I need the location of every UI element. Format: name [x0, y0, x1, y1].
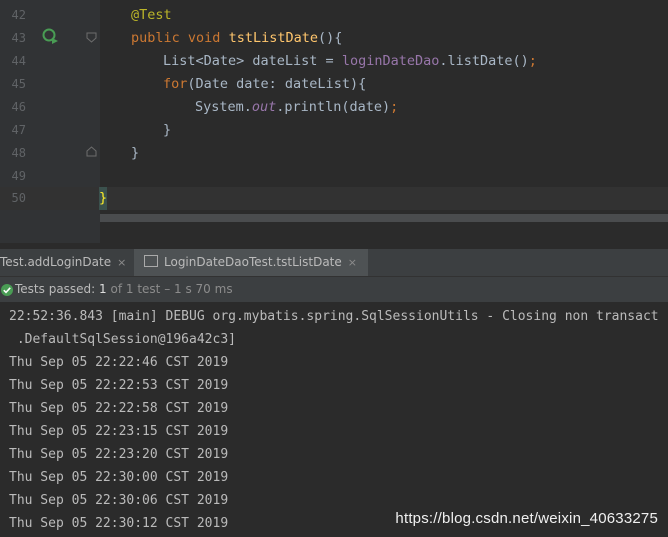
code-line[interactable]: 42 @Test [0, 4, 668, 27]
line-number: 43 [11, 31, 26, 45]
run-test-icon[interactable] [42, 28, 60, 46]
close-icon[interactable]: × [348, 256, 357, 269]
closing-brace: } [163, 122, 172, 138]
method-signature: public void tstListDate(){ [131, 27, 342, 50]
check-icon [0, 281, 14, 296]
console-line: Thu Sep 05 22:30:00 CST 2019 [9, 470, 229, 485]
method-paren: (){ [317, 30, 343, 46]
console-line: .DefaultSqlSession@196a42c3] [9, 332, 236, 347]
for-header: (Date date: dateList){ [187, 76, 367, 92]
watermark: https://blog.csdn.net/weixin_40633275 [395, 510, 658, 527]
console-line: Thu Sep 05 22:22:46 CST 2019 [9, 355, 229, 370]
close-icon[interactable]: × [117, 256, 126, 269]
keyword-public: public [131, 30, 180, 46]
semicolon: ; [390, 99, 399, 115]
line-number: 48 [11, 146, 26, 160]
total-tests: of 1 test [110, 282, 161, 296]
fold-icon[interactable] [86, 32, 97, 43]
tab-addlogindate[interactable]: Test.addLoginDate × [0, 249, 134, 276]
tab-label: Test.addLoginDate [0, 255, 112, 269]
line-number: 49 [11, 169, 26, 183]
keyword-for: for [163, 76, 188, 92]
keyword-void: void [187, 30, 221, 46]
line-number: 50 [11, 191, 26, 205]
line-number: 47 [11, 123, 26, 137]
tests-passed-label: Tests passed: [15, 282, 96, 296]
println-statement: System.out.println(date); [195, 96, 398, 119]
field-out: out [251, 99, 277, 115]
for-loop: for(Date date: dateList){ [163, 73, 366, 96]
console-line: Thu Sep 05 22:30:12 CST 2019 [9, 516, 229, 531]
println-call: .println(date) [276, 99, 391, 115]
code-editor[interactable]: 42 @Test 43 public void tstListDate(){ 4… [0, 0, 668, 243]
statement-listdate: List<Date> dateList = loginDateDao.listD… [163, 50, 537, 73]
passed-count: 1 [99, 282, 107, 296]
list-declaration: List<Date> dateList = [163, 53, 342, 69]
code-line[interactable]: 43 public void tstListDate(){ [0, 27, 668, 50]
closing-brace-highlighted: } [99, 187, 108, 210]
current-code-line[interactable]: 50 } [0, 187, 668, 210]
console-line: Thu Sep 05 22:30:06 CST 2019 [9, 493, 229, 508]
console-tab-icon [144, 255, 158, 267]
console-line: Thu Sep 05 22:23:20 CST 2019 [9, 447, 229, 462]
test-duration: – 1 s 70 ms [164, 282, 233, 296]
console-line: Thu Sep 05 22:22:53 CST 2019 [9, 378, 229, 393]
annotation: @Test [131, 7, 172, 23]
code-line[interactable]: 48 } [0, 142, 668, 165]
code-line[interactable]: 46 System.out.println(date); [0, 96, 668, 119]
horizontal-scrollbar[interactable] [100, 214, 668, 222]
run-tab-bar: Test.addLoginDate × LoginDateDaoTest.tstL… [0, 249, 668, 277]
console-line: Thu Sep 05 22:22:58 CST 2019 [9, 401, 229, 416]
line-number: 44 [11, 54, 26, 68]
method-name: tstListDate [228, 30, 318, 46]
closing-brace: } [131, 145, 140, 161]
code-line[interactable]: 49 [0, 165, 668, 188]
console-line: 22:52:36.843 [main] DEBUG org.mybatis.sp… [9, 309, 659, 324]
code-line[interactable]: 45 for(Date date: dateList){ [0, 73, 668, 96]
field-logindatedao: loginDateDao [341, 53, 440, 69]
console-output[interactable]: 22:52:36.843 [main] DEBUG org.mybatis.sp… [0, 303, 668, 537]
semicolon: ; [528, 53, 537, 69]
listdate-call: .listDate() [439, 53, 529, 69]
tab-label: LoginDateDaoTest.tstListDate [164, 255, 342, 269]
line-number: 45 [11, 77, 26, 91]
console-line: Thu Sep 05 22:23:15 CST 2019 [9, 424, 229, 439]
fold-icon[interactable] [86, 146, 97, 157]
line-number: 42 [11, 8, 26, 22]
line-number: 46 [11, 100, 26, 114]
test-status-text: Tests passed: 1 of 1 test – 1 s 70 ms [15, 277, 233, 301]
system-class: System. [195, 99, 252, 115]
tab-tstlistdate[interactable]: LoginDateDaoTest.tstListDate × [134, 249, 368, 276]
code-line[interactable]: 44 List<Date> dateList = loginDateDao.li… [0, 50, 668, 73]
test-status-bar: Tests passed: 1 of 1 test – 1 s 70 ms [0, 277, 668, 303]
code-line[interactable]: 47 } [0, 119, 668, 142]
